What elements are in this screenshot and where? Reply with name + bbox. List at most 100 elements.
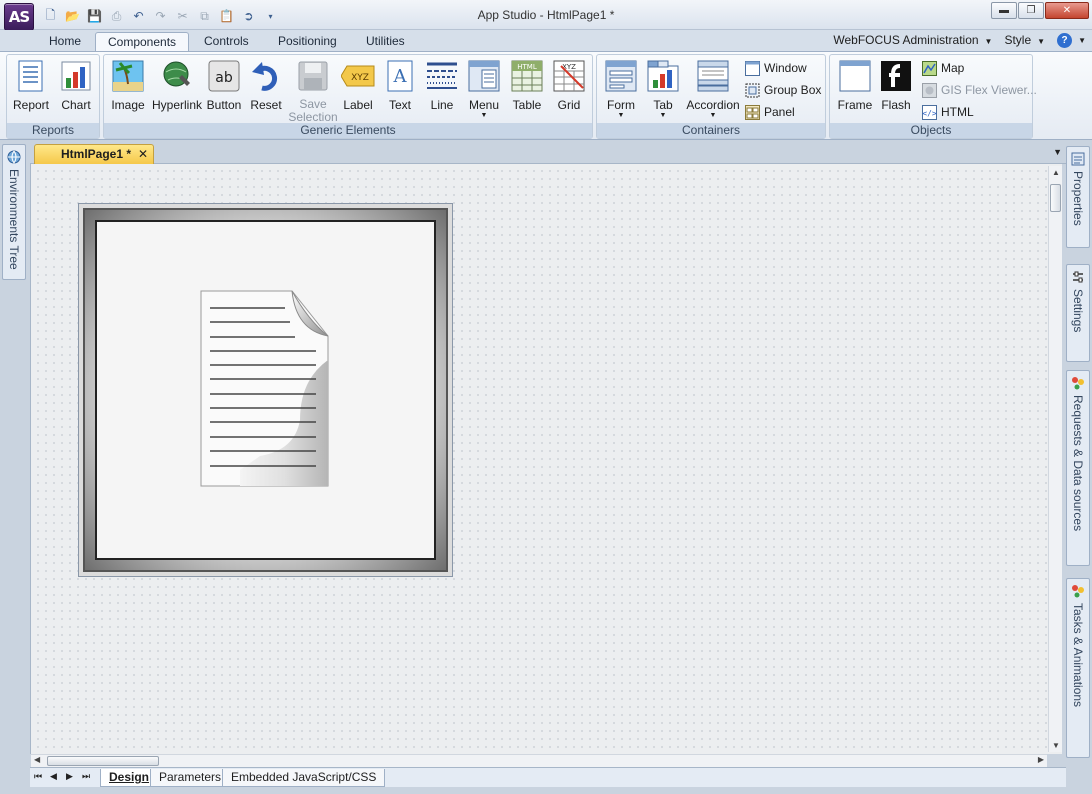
ribbon-tab-bar: Home Components Controls Positioning Uti…: [0, 30, 1092, 52]
minimize-button[interactable]: ▬: [991, 2, 1017, 19]
gis-flex-viewer-label: GIS Flex Viewer...: [941, 83, 1037, 97]
html-code-icon: </>: [921, 104, 937, 120]
help-menu[interactable]: ? ▼: [1057, 32, 1086, 48]
line-button[interactable]: Line: [424, 59, 460, 112]
group-containers: Form ▼ Tab ▼ Accordion ▼ Window Group Bo…: [596, 54, 826, 139]
image-button[interactable]: Image: [107, 59, 149, 112]
html-button[interactable]: </> HTML: [921, 102, 974, 122]
scroll-up-icon[interactable]: ▲: [1052, 168, 1060, 177]
line-icon: [425, 59, 459, 93]
gis-flex-viewer-button[interactable]: GIS Flex Viewer...: [921, 80, 1037, 100]
accordion-button[interactable]: Accordion ▼: [685, 59, 741, 120]
reset-icon: [249, 59, 283, 93]
properties-icon: [1070, 151, 1086, 167]
horizontal-scrollbar[interactable]: ◀ ▶: [31, 754, 1047, 767]
requests-data-sources-tab[interactable]: Requests & Data sources: [1066, 370, 1090, 566]
group-generic-elements: Image Hyperlink ab Button Reset Save Sel…: [103, 54, 593, 139]
map-button[interactable]: Map: [921, 58, 964, 78]
first-tab-icon[interactable]: ⏮: [34, 771, 42, 782]
svg-text:ab: ab: [215, 70, 233, 86]
save-selection-icon: [296, 59, 330, 93]
group-box-button[interactable]: Group Box: [744, 80, 821, 100]
table-icon: HTML: [510, 59, 544, 93]
environments-tree-label: Environments Tree: [7, 169, 21, 270]
hyperlink-label: Hyperlink: [151, 98, 202, 112]
chevron-down-icon: ▼: [1078, 36, 1086, 45]
tab-positioning[interactable]: Positioning: [266, 32, 349, 52]
report-button[interactable]: Report: [10, 59, 52, 112]
text-button[interactable]: A Text: [382, 59, 418, 112]
text-icon: A: [383, 59, 417, 93]
tab-parameters[interactable]: Parameters: [150, 769, 231, 787]
tab-components[interactable]: Components: [95, 32, 190, 52]
settings-icon: [1070, 269, 1086, 285]
chevron-down-icon[interactable]: ▼: [1053, 147, 1062, 157]
window-button[interactable]: Window: [744, 58, 807, 78]
vertical-scroll-thumb[interactable]: [1050, 184, 1061, 212]
properties-tab[interactable]: Properties: [1066, 146, 1090, 248]
panel-button[interactable]: Panel: [744, 102, 795, 122]
prev-tab-icon[interactable]: ◀: [50, 771, 57, 782]
tasks-animations-tab[interactable]: Tasks & Animations: [1066, 578, 1090, 758]
right-menu: WebFOCUS Administration ▼ Style ▼ ? ▼: [833, 32, 1086, 48]
hyperlink-button[interactable]: Hyperlink: [151, 59, 203, 112]
group-label-containers: Containers: [597, 123, 825, 138]
document-tab-htmlpage1[interactable]: HtmlPage1 * ✕: [34, 144, 154, 164]
chevron-down-icon: ▼: [1037, 37, 1046, 46]
environments-tree-tab[interactable]: Environments Tree: [2, 144, 26, 280]
scroll-right-icon[interactable]: ▶: [1038, 755, 1044, 764]
vertical-scrollbar[interactable]: ▲ ▼: [1048, 166, 1062, 752]
properties-label: Properties: [1071, 171, 1085, 226]
form-button[interactable]: Form ▼: [601, 59, 641, 120]
close-button[interactable]: ✕: [1045, 2, 1089, 19]
menu-button[interactable]: Menu ▼: [465, 59, 503, 120]
tasks-icon: [1070, 583, 1086, 599]
report-icon: [14, 59, 48, 93]
html-label: HTML: [941, 105, 974, 119]
tab-controls[interactable]: Controls: [192, 32, 261, 52]
next-tab-icon[interactable]: ▶: [66, 771, 73, 782]
webfocus-admin-menu[interactable]: WebFOCUS Administration ▼: [833, 33, 992, 47]
settings-tab[interactable]: Settings: [1066, 264, 1090, 362]
tab-embedded-javascript-css[interactable]: Embedded JavaScript/CSS: [222, 769, 386, 787]
table-button[interactable]: HTML Table: [508, 59, 546, 112]
tab-button[interactable]: Tab ▼: [644, 59, 682, 120]
reset-button[interactable]: Reset: [247, 59, 285, 112]
text-label: Text: [388, 98, 411, 112]
horizontal-scroll-thumb[interactable]: [47, 756, 159, 766]
group-label-generic-elements: Generic Elements: [104, 123, 592, 138]
image-element[interactable]: [78, 203, 453, 577]
window-controls: ▬ ❐ ✕: [991, 2, 1089, 19]
style-menu[interactable]: Style ▼: [1004, 33, 1045, 47]
restore-button[interactable]: ❐: [1018, 2, 1044, 19]
close-icon[interactable]: ✕: [138, 145, 148, 163]
tab-label: Tab: [653, 98, 673, 112]
button-button[interactable]: ab Button: [204, 59, 244, 112]
chart-button[interactable]: Chart: [55, 59, 97, 112]
save-selection-button[interactable]: Save Selection: [288, 59, 338, 124]
tab-utilities[interactable]: Utilities: [354, 32, 417, 52]
flash-button[interactable]: Flash: [877, 59, 915, 112]
grid-button[interactable]: XYZ Grid: [550, 59, 588, 112]
title-bar: AS 🗋 📂 💾 ⎙ ↶ ↷ ✂ ⧉ 📋 ➲ ▾ App Studio - Ht…: [0, 0, 1092, 31]
label-button[interactable]: XYZ Label: [340, 59, 376, 112]
hyperlink-icon: [160, 59, 194, 93]
last-tab-icon[interactable]: ⏭: [82, 771, 90, 782]
chevron-down-icon: ▼: [659, 112, 667, 119]
table-label: Table: [512, 98, 542, 112]
scroll-down-icon[interactable]: ▼: [1052, 741, 1060, 750]
tab-icon: [646, 59, 680, 93]
scroll-left-icon[interactable]: ◀: [34, 755, 40, 764]
tab-home[interactable]: Home: [37, 32, 93, 52]
document-tab-strip: HtmlPage1 * ✕ ▼: [30, 142, 1066, 164]
chevron-down-icon: ▼: [984, 37, 993, 46]
chart-icon: [59, 59, 93, 93]
accordion-label: Accordion: [686, 98, 740, 112]
grid-label: Grid: [557, 98, 581, 112]
svg-text:HTML: HTML: [517, 63, 537, 71]
line-label: Line: [430, 98, 454, 112]
grid-icon: XYZ: [552, 59, 586, 93]
webfocus-admin-label: WebFOCUS Administration: [833, 33, 979, 47]
frame-button[interactable]: Frame: [835, 59, 875, 112]
bottom-tab-strip: ⏮ ◀ ▶ ⏭ Design Parameters Embedded JavaS…: [30, 767, 1066, 787]
